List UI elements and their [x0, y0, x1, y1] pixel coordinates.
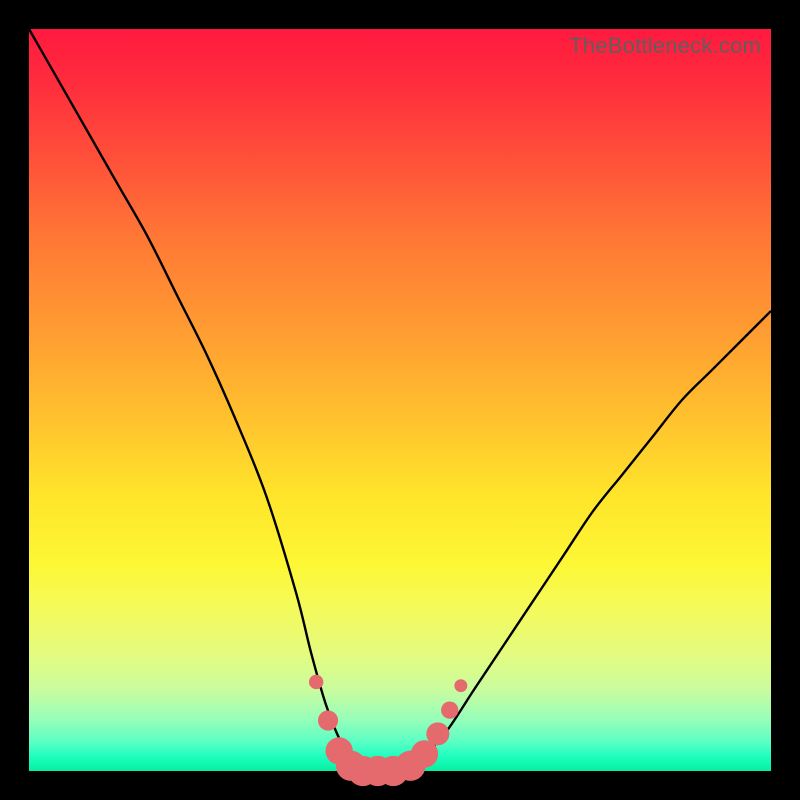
plot-area: TheBottleneck.com — [29, 29, 771, 771]
bottleneck-curve — [29, 29, 771, 771]
valley-markers — [309, 675, 467, 786]
valley-marker — [309, 675, 323, 689]
valley-marker — [441, 702, 458, 719]
valley-marker — [318, 710, 338, 730]
curve-path — [29, 29, 771, 772]
outer-frame: TheBottleneck.com — [0, 0, 800, 800]
valley-marker — [454, 679, 467, 692]
valley-marker — [426, 722, 449, 745]
